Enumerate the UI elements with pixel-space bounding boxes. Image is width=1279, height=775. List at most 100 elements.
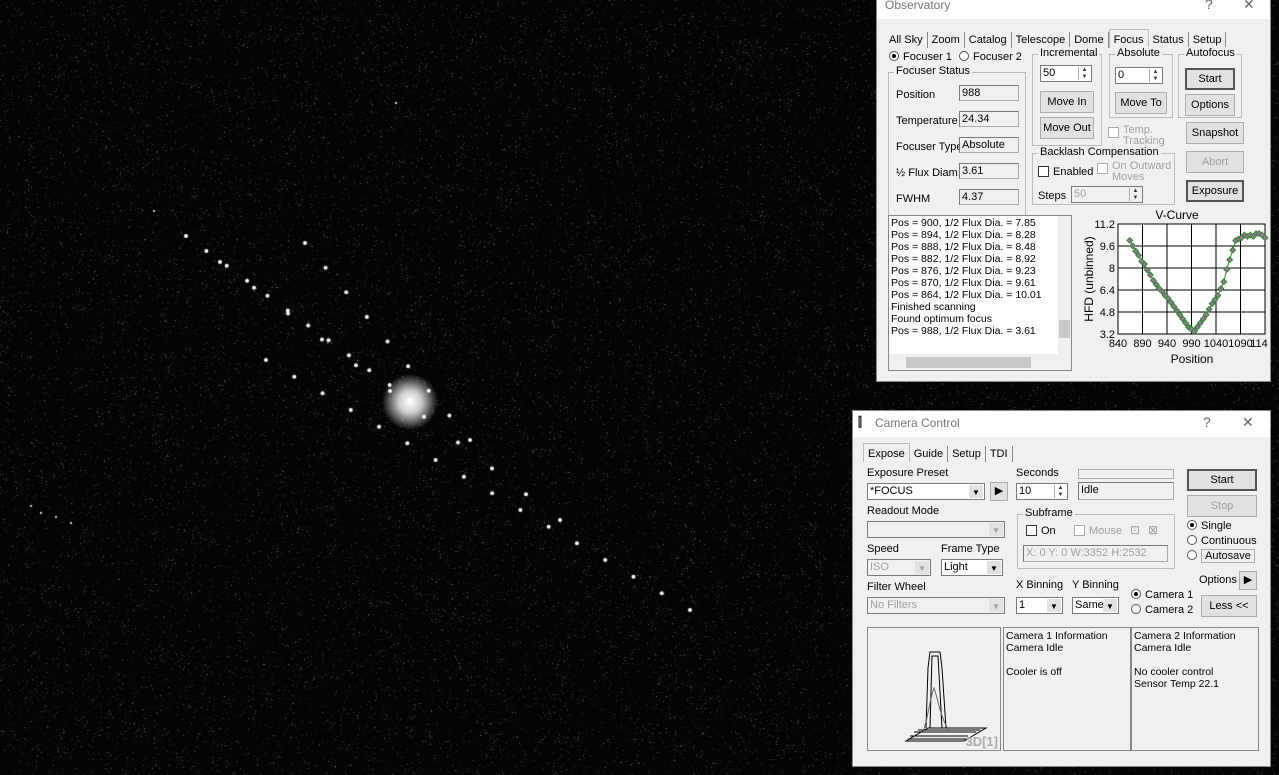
preset-menu-button[interactable]: ▶ [990, 482, 1008, 501]
tab-bar: All Sky Zoom Catalog Telescope Dome Focus Stat… [885, 29, 1227, 48]
log-horizontal-scrollbar[interactable] [889, 354, 1071, 370]
log-line: Camera Idle [1134, 642, 1192, 654]
temp-tracking-checkbox[interactable]: Temp. Tracking [1108, 125, 1178, 147]
steps-label: Steps [1038, 190, 1067, 202]
incremental-input[interactable]: 50 ▲ ▼ [1040, 65, 1092, 82]
snapshot-button[interactable]: Snapshot [1186, 122, 1244, 144]
seconds-input[interactable]: 10 ▲ ▼ [1016, 483, 1068, 500]
readout-mode-label: Readout Mode [867, 505, 940, 517]
temperature-value: 24.34 [959, 111, 1019, 127]
x-tick-label: 890 [1133, 338, 1151, 350]
tab-catalog[interactable]: Catalog [965, 32, 1012, 48]
tab-dome[interactable]: Dome [1070, 32, 1109, 48]
autofocus-options-button[interactable]: Options [1185, 94, 1235, 116]
camera2-radio[interactable]: Camera 2 [1131, 604, 1193, 616]
camera-control-window: ⫿ Camera Control ? ✕ Expose Guide Setup TDI… [852, 410, 1271, 767]
help-button[interactable]: ? [1205, 0, 1213, 12]
select-region-icon[interactable]: ⊡ [1130, 523, 1140, 537]
y-tick-label: 11.2 [1094, 219, 1115, 231]
single-radio[interactable]: Single [1187, 520, 1232, 532]
tab-status[interactable]: Status [1149, 32, 1189, 48]
incremental-group: Incremental 50 ▲ ▼ Move In Move Out [1032, 47, 1102, 146]
autosave-radio[interactable]: Autosave [1187, 549, 1255, 563]
log-line: Finished scanning [891, 301, 976, 313]
spinner[interactable]: ▲ ▼ [1078, 67, 1090, 80]
options-menu-button[interactable]: ▶ [1239, 571, 1257, 590]
log-line: Pos = 894, 1/2 Flux Dia. = 8.28 [891, 229, 1036, 241]
exposure-button[interactable]: Exposure [1186, 180, 1244, 202]
move-to-button[interactable]: Move To [1115, 92, 1167, 114]
backlash-enabled-checkbox[interactable]: Enabled [1038, 166, 1093, 178]
speed-select[interactable]: ISO ▼ [867, 559, 931, 576]
log-line: Pos = 882, 1/2 Flux Dia. = 8.92 [891, 253, 1036, 265]
group-label: Backlash Compensation [1038, 146, 1161, 158]
fwhm-label: FWHM [896, 193, 931, 205]
move-in-button[interactable]: Move In [1040, 91, 1094, 113]
y-tick-label: 9.6 [1100, 241, 1115, 253]
stop-button[interactable]: Stop [1187, 495, 1257, 517]
on-outward-moves-checkbox[interactable]: On Outward Moves [1097, 161, 1177, 183]
absolute-input[interactable]: 0 ▲ ▼ [1115, 67, 1163, 84]
flux-value: 3.61 [959, 163, 1019, 179]
x-binning-label: X Binning [1016, 579, 1064, 591]
x-tick-label: 114 [1250, 338, 1268, 350]
log-line: Cooler is off [1006, 666, 1062, 678]
scroll-thumb[interactable] [1059, 320, 1070, 338]
speed-label: Speed [867, 543, 899, 555]
abort-button[interactable]: Abort [1186, 151, 1244, 173]
log-line: Pos = 864, 1/2 Flux Dia. = 10.01 [891, 289, 1042, 301]
chevron-down-icon: ▼ [969, 485, 983, 498]
focuser-type-value: Absolute [959, 137, 1019, 153]
focus-log[interactable]: Pos = 900, 1/2 Flux Dia. = 7.85 Pos = 894… [888, 215, 1072, 371]
chevron-down-icon: ▼ [989, 599, 1003, 612]
readout-mode-select[interactable]: ▼ [867, 521, 1005, 538]
start-button[interactable]: Start [1187, 469, 1257, 491]
log-line: Camera 2 Information [1134, 630, 1236, 642]
fwhm-value: 4.37 [959, 189, 1019, 205]
scroll-thumb[interactable] [906, 357, 1031, 368]
subframe-mouse-checkbox[interactable]: Mouse [1074, 525, 1122, 537]
group-label: Absolute [1115, 47, 1162, 59]
chevron-down-icon: ▼ [989, 523, 1003, 536]
tab-telescope[interactable]: Telescope [1012, 32, 1071, 48]
focuser2-radio[interactable]: Focuser 2 [959, 51, 1022, 63]
tab-focus[interactable]: Focus [1108, 29, 1149, 48]
log-line: Sensor Temp 22.1 [1134, 678, 1220, 690]
log-line: No cooler control [1134, 666, 1214, 678]
backlash-group: Backlash Compensation Enabled On Outward… [1032, 146, 1177, 205]
x-binning-select[interactable]: 1 ▼ [1016, 597, 1063, 614]
group-label: Focuser Status [894, 65, 972, 77]
y-binning-select[interactable]: Same ▼ [1072, 597, 1119, 614]
tab-zoom[interactable]: Zoom [928, 32, 965, 48]
frame-type-label: Frame Type [941, 543, 1000, 555]
spinner[interactable]: ▲ ▼ [1149, 69, 1161, 82]
y-tick-label: 8 [1109, 263, 1115, 275]
log-line: Pos = 870, 1/2 Flux Dia. = 9.61 [891, 277, 1036, 289]
close-button[interactable]: ✕ [1243, 0, 1255, 13]
star-profile-plot [904, 651, 988, 742]
window-title: Observatory [885, 0, 951, 12]
focuser1-radio[interactable]: Focuser 1 [889, 51, 952, 63]
subframe-on-checkbox[interactable]: On [1026, 525, 1056, 537]
less-button[interactable]: Less << [1201, 595, 1257, 617]
steps-input[interactable]: 50 ▲ ▼ [1071, 186, 1143, 203]
log-vertical-scrollbar[interactable] [1058, 216, 1071, 354]
autofocus-start-button[interactable]: Start [1185, 68, 1235, 90]
move-out-button[interactable]: Move Out [1040, 117, 1094, 139]
frame-type-select[interactable]: Light ▼ [941, 559, 1003, 576]
exposure-preset-select[interactable]: *FOCUS ▼ [867, 483, 985, 500]
filter-wheel-select[interactable]: No Filters ▼ [867, 597, 1005, 614]
star-3d-profile: 3D[1] [867, 627, 1001, 751]
position-label: Position [896, 89, 936, 101]
log-line: Pos = 876, 1/2 Flux Dia. = 9.23 [891, 265, 1036, 277]
tab-setup[interactable]: Setup [1189, 32, 1227, 48]
tab-all-sky[interactable]: All Sky [885, 32, 928, 48]
full-frame-icon[interactable]: ⊠ [1148, 523, 1158, 537]
camera1-radio[interactable]: Camera 1 [1131, 589, 1193, 601]
log-line: Pos = 988, 1/2 Flux Dia. = 3.61 [891, 325, 1036, 337]
continuous-radio[interactable]: Continuous [1187, 535, 1257, 547]
temperature-label: Temperature [896, 115, 958, 127]
log-line: Camera 1 Information [1006, 630, 1108, 642]
